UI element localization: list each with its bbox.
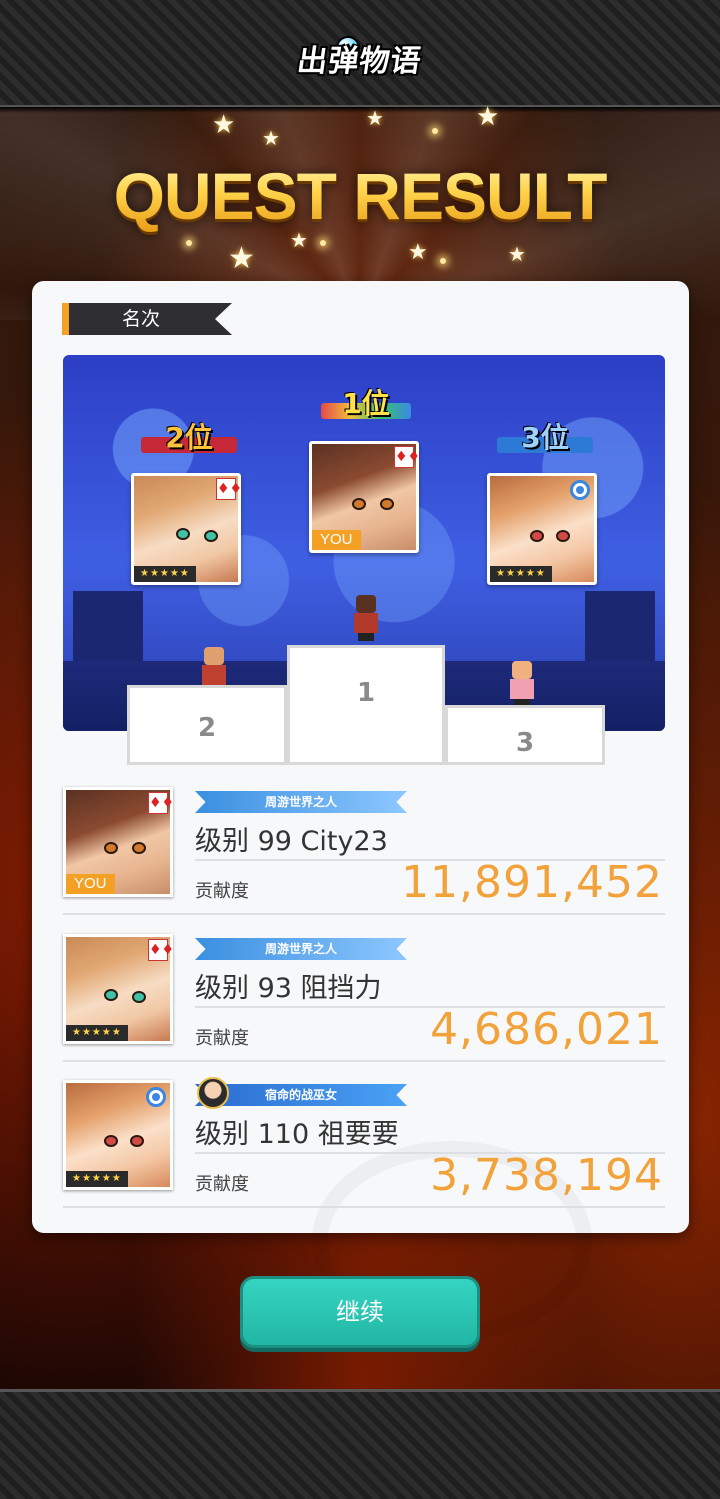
star-rating: ★★★★★: [66, 1171, 128, 1187]
player-name: 级别 110 祖要要: [195, 1119, 399, 1150]
star-rating: ★★★★★: [66, 1025, 128, 1041]
player-name: 级别 93 阻挡力: [195, 973, 382, 1004]
continue-button[interactable]: 继续: [240, 1276, 480, 1348]
diamond-icon: ♦♦: [148, 792, 174, 814]
result-row-2[interactable]: ♦♦ ★★★★★ 周游世界之人 级别 93 阻挡力 贡献度 4,686,021: [63, 930, 665, 1062]
star-icon: ★: [262, 126, 280, 150]
rank-2-portrait[interactable]: ♦♦ ★★★★★: [131, 473, 242, 585]
star-icon: ★: [212, 110, 236, 140]
star-rating: ★★★★★: [490, 566, 552, 582]
bottom-bar: [0, 1389, 720, 1499]
rank-1-portrait[interactable]: ♦♦ YOU: [309, 441, 420, 553]
result-row-3[interactable]: ★★★★★ 宿命的战巫女 级别 110 祖要要 贡献度 3,738,194: [63, 1076, 665, 1208]
player-avatar[interactable]: ♦♦ ★★★★★: [63, 934, 174, 1044]
section-tag-ranking: 名次: [62, 303, 232, 335]
contribution-score: 3,738,194: [430, 1150, 663, 1201]
element-icon: [146, 1087, 166, 1107]
you-tag: YOU: [66, 874, 115, 894]
player-avatar[interactable]: ♦♦ YOU: [63, 787, 174, 897]
rank-3-ribbon: 3位: [497, 419, 593, 454]
rank-3-portrait[interactable]: ★★★★★: [487, 473, 597, 585]
contribution-score: 11,891,452: [401, 857, 663, 908]
podium-block-1: 1: [287, 645, 445, 765]
contribution-label: 贡献度: [195, 1174, 249, 1195]
quest-result-title: QUEST RESULT: [0, 158, 720, 234]
star-icon: ★: [508, 242, 526, 266]
character-sprite: [349, 595, 383, 641]
player-title-badge: 周游世界之人: [195, 791, 407, 813]
rank-1-ribbon: 1位: [321, 385, 411, 420]
title-avatar-icon: [197, 1077, 229, 1109]
sparkle: [320, 240, 326, 246]
result-card: 名次 2位 1位 3位 ♦♦ ★★★★★ ♦♦ YOU ★★★★★ 2 1 3 …: [32, 281, 689, 1341]
game-logo: 出弹物语: [280, 22, 440, 94]
star-icon: ★: [366, 106, 384, 130]
you-tag: YOU: [312, 530, 361, 550]
rank-2-ribbon: 2位: [141, 419, 237, 454]
logo-text: 出弹物语: [295, 44, 424, 79]
element-icon: [570, 480, 590, 500]
diamond-icon: ♦♦: [216, 478, 242, 500]
sparkle: [432, 128, 438, 134]
diamond-icon: ♦♦: [394, 446, 420, 468]
top-bar: 出弹物语: [0, 0, 720, 113]
sparkle: [440, 258, 446, 264]
player-title-badge: 周游世界之人: [195, 938, 407, 960]
player-avatar[interactable]: ★★★★★: [63, 1080, 173, 1190]
sparkle: [186, 240, 192, 246]
podium-block-3: 3: [445, 705, 605, 765]
podium-block-2: 2: [127, 685, 287, 765]
contribution-label: 贡献度: [195, 1028, 249, 1049]
player-name: 级别 99 City23: [195, 826, 388, 857]
diamond-icon: ♦♦: [148, 939, 174, 961]
result-row-1[interactable]: ♦♦ YOU 周游世界之人 级别 99 City23 贡献度 11,891,45…: [63, 783, 665, 915]
star-icon: ★: [476, 102, 500, 132]
star-icon: ★: [228, 241, 255, 276]
star-rating: ★★★★★: [134, 566, 196, 582]
contribution-label: 贡献度: [195, 881, 249, 902]
contribution-score: 4,686,021: [430, 1004, 663, 1055]
star-icon: ★: [408, 240, 428, 265]
character-sprite: [505, 661, 539, 707]
